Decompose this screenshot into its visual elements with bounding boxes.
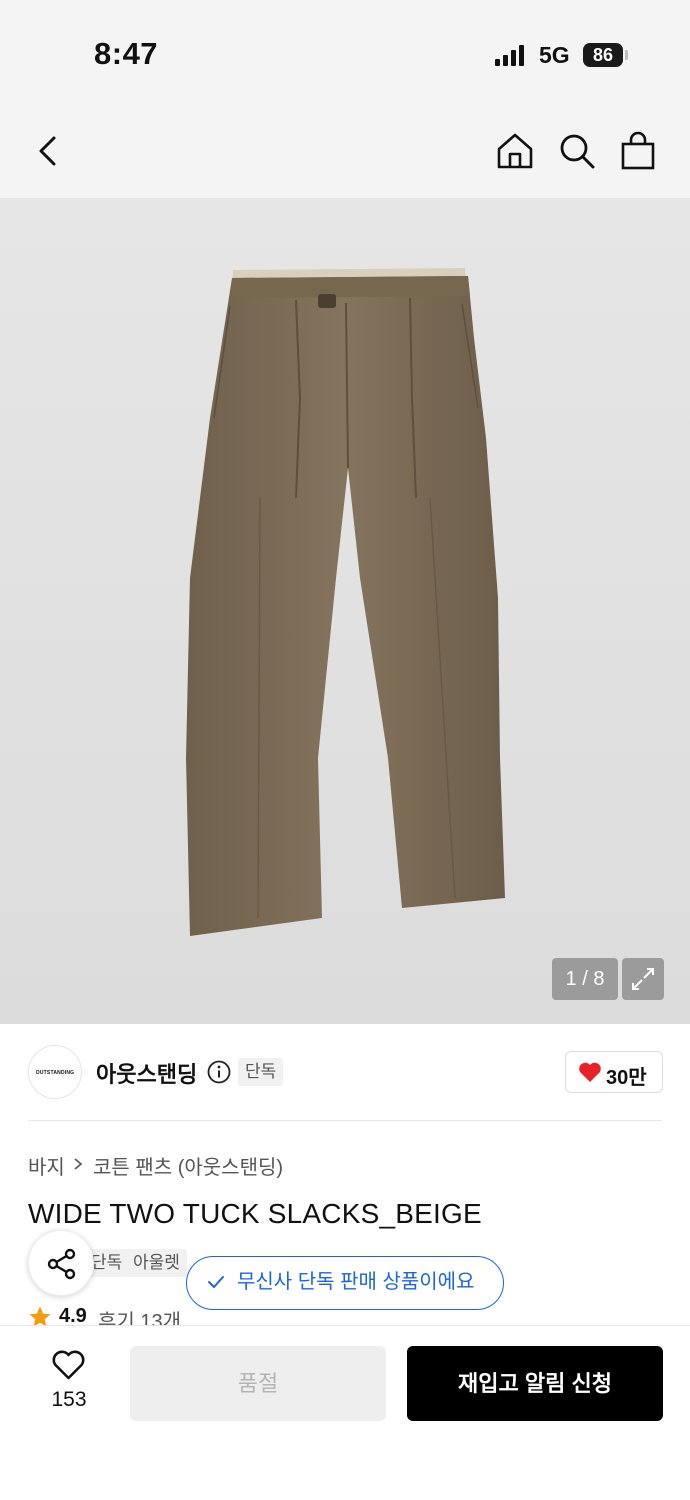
product-photo-trousers xyxy=(186,268,505,936)
brand-logo[interactable]: OUTSTANDING xyxy=(28,1045,82,1099)
battery-cap xyxy=(625,50,628,60)
restock-alert-button[interactable]: 재입고 알림 신청 xyxy=(407,1346,663,1421)
battery-icon: 86 xyxy=(583,43,623,67)
brand-like-button[interactable]: 30만 xyxy=(565,1051,663,1093)
home-icon[interactable] xyxy=(496,132,534,170)
back-icon[interactable] xyxy=(36,134,60,168)
heart-outline-icon[interactable] xyxy=(51,1349,86,1381)
network-type: 5G xyxy=(539,42,570,68)
expand-icon[interactable] xyxy=(622,958,664,1000)
status-time: 8:47 xyxy=(94,36,159,71)
chevron-right-icon xyxy=(74,1158,83,1170)
rating-score: 4.9 xyxy=(59,1305,87,1326)
search-icon[interactable] xyxy=(558,132,596,170)
wish-count: 153 xyxy=(51,1388,87,1411)
share-icon xyxy=(47,1248,76,1280)
heart-filled-icon xyxy=(579,1062,601,1082)
soldout-button[interactable]: 품절 xyxy=(130,1346,386,1421)
brand-tag-exclusive: 단독 xyxy=(238,1058,284,1086)
product-title: WIDE TWO TUCK SLACKS_BEIGE xyxy=(28,1198,482,1229)
share-button[interactable] xyxy=(28,1230,94,1296)
section-divider xyxy=(28,1120,662,1121)
top-navigation xyxy=(0,100,690,198)
breadcrumb-category[interactable]: 바지 xyxy=(28,1151,65,1180)
check-icon xyxy=(208,1276,224,1288)
image-counter: 1 / 8 xyxy=(552,958,618,1000)
status-bar: 8:47 5G 86 xyxy=(0,0,690,100)
shopping-bag-icon[interactable] xyxy=(620,131,656,171)
signal-icon xyxy=(495,45,524,66)
exclusive-notice-text: 무신사 단독 판매 상품이에요 xyxy=(237,1271,475,1293)
product-tag-outlet: 아울렛 xyxy=(126,1249,187,1277)
brand-like-count: 30만 xyxy=(606,1067,647,1089)
product-image[interactable] xyxy=(0,198,690,1024)
review-count[interactable]: 후기 13개 xyxy=(98,1305,181,1326)
brand-name[interactable]: 아웃스탠딩 xyxy=(96,1057,197,1089)
breadcrumb-subcategory[interactable]: 코튼 팬츠 (아웃스탠딩) xyxy=(93,1151,283,1180)
info-icon[interactable] xyxy=(207,1060,231,1084)
star-icon xyxy=(29,1306,51,1326)
rating-row[interactable]: 4.9 후기 13개 xyxy=(28,1302,328,1326)
